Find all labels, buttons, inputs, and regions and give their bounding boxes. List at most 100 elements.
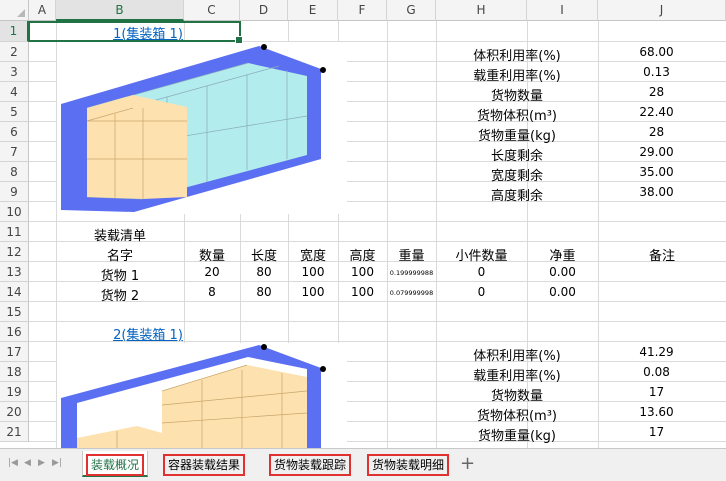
sheet-tab-cargo-details[interactable]: 货物装载明细 bbox=[362, 451, 454, 477]
container-1-picture[interactable] bbox=[57, 42, 347, 214]
column-header-i[interactable]: I bbox=[527, 0, 598, 21]
column-header-f[interactable]: F bbox=[338, 0, 387, 21]
row-header-9[interactable]: 9 bbox=[0, 182, 29, 202]
row-header-12[interactable]: 12 bbox=[0, 242, 29, 262]
column-header-c[interactable]: C bbox=[184, 0, 240, 21]
stat-value: 41.29 bbox=[639, 345, 674, 359]
row-header-7[interactable]: 7 bbox=[0, 142, 29, 162]
row-header-20[interactable]: 20 bbox=[0, 402, 29, 422]
sheet-tab-label: 货物装载跟踪 bbox=[268, 454, 351, 476]
column-header-d[interactable]: D bbox=[240, 0, 288, 21]
sheet-tab-loading-overview[interactable]: 装载概况 bbox=[82, 451, 148, 477]
last-sheet-icon[interactable]: ▶| bbox=[52, 458, 62, 468]
column-header-j[interactable]: J bbox=[598, 0, 726, 21]
stat-value: 38.00 bbox=[639, 185, 674, 199]
stat-label: 货物体积(m³) bbox=[476, 409, 558, 424]
column-header-e[interactable]: E bbox=[288, 0, 338, 21]
stat-label: 长度剩余 bbox=[490, 149, 543, 164]
stat-value: 17 bbox=[648, 385, 665, 399]
row-header-11[interactable]: 11 bbox=[0, 222, 29, 242]
stat-value: 35.00 bbox=[639, 165, 674, 179]
manifest-header: 宽度 bbox=[299, 249, 326, 264]
row-header-13[interactable]: 13 bbox=[0, 262, 29, 282]
manifest-header: 小件数量 bbox=[455, 249, 508, 264]
row-header-3[interactable]: 3 bbox=[0, 62, 29, 82]
manifest-cell: 0 bbox=[477, 285, 486, 299]
sheet-tab-label: 容器装载结果 bbox=[162, 454, 245, 476]
row-header-6[interactable]: 6 bbox=[0, 122, 29, 142]
manifest-cell: 0 bbox=[477, 265, 486, 279]
sheet-tab-cargo-tracking[interactable]: 货物装载跟踪 bbox=[260, 451, 360, 477]
manifest-cell: 100 bbox=[301, 285, 325, 299]
manifest-header: 高度 bbox=[349, 249, 376, 264]
manifest-title: 装载清单 bbox=[93, 229, 146, 244]
stat-value: 0.13 bbox=[643, 65, 670, 79]
sheet-tab-label: 装载概况 bbox=[85, 454, 144, 476]
container-2-diagram bbox=[61, 344, 326, 448]
row-header-21[interactable]: 21 bbox=[0, 422, 29, 442]
row-header-16[interactable]: 16 bbox=[0, 322, 29, 342]
container-1-link[interactable]: 1(集装箱 1) bbox=[56, 23, 240, 42]
stat-label: 货物重量(kg) bbox=[478, 129, 556, 144]
manifest-cell: 0.00 bbox=[549, 285, 576, 299]
stat-label: 载重利用率(%) bbox=[473, 69, 561, 84]
stat-label: 高度剩余 bbox=[490, 189, 543, 204]
manifest-cell: 货物 1 bbox=[100, 269, 140, 284]
container-2-link[interactable]: 2(集装箱 1) bbox=[56, 324, 240, 343]
manifest-cell: 0.00 bbox=[549, 265, 576, 279]
stat-label: 货物重量(kg) bbox=[478, 429, 556, 444]
column-header-a[interactable]: A bbox=[29, 0, 56, 21]
column-header-b[interactable]: B bbox=[56, 0, 184, 21]
manifest-header: 名字 bbox=[106, 249, 133, 264]
column-header-h[interactable]: H bbox=[436, 0, 527, 21]
stat-label: 宽度剩余 bbox=[490, 169, 543, 184]
stat-label: 体积利用率(%) bbox=[473, 349, 561, 364]
container-1-diagram bbox=[61, 44, 326, 212]
row-header-19[interactable]: 19 bbox=[0, 382, 29, 402]
row-header-8[interactable]: 8 bbox=[0, 162, 29, 182]
row-header-15[interactable]: 15 bbox=[0, 302, 29, 322]
stat-label: 体积利用率(%) bbox=[473, 49, 561, 64]
column-header-g[interactable]: G bbox=[387, 0, 436, 21]
manifest-header: 备注 bbox=[648, 249, 675, 264]
row-header-17[interactable]: 17 bbox=[0, 342, 29, 362]
manifest-header: 净重 bbox=[549, 249, 576, 264]
sheet-tab-container-results[interactable]: 容器装载结果 bbox=[152, 451, 256, 477]
row-header-4[interactable]: 4 bbox=[0, 82, 29, 102]
manifest-header: 数量 bbox=[198, 249, 225, 264]
stat-value: 28 bbox=[648, 125, 665, 139]
container-2-picture[interactable] bbox=[57, 343, 347, 448]
stat-label: 货物数量 bbox=[490, 89, 543, 104]
sheet-tab-bar: |◀ ◀ ▶ ▶| 装载概况 容器装载结果 货物装载跟踪 货物装载明细 + bbox=[0, 448, 726, 481]
row-header-14[interactable]: 14 bbox=[0, 282, 29, 302]
manifest-header: 重量 bbox=[398, 249, 425, 264]
manifest-cell: 8 bbox=[208, 285, 216, 299]
row-header-18[interactable]: 18 bbox=[0, 362, 29, 382]
stat-value: 13.60 bbox=[639, 405, 674, 419]
manifest-header: 长度 bbox=[250, 249, 277, 264]
stat-value: 0.08 bbox=[643, 365, 670, 379]
sheet-tab-label: 货物装载明细 bbox=[366, 454, 449, 476]
first-sheet-icon[interactable]: |◀ bbox=[8, 458, 18, 468]
stat-label: 载重利用率(%) bbox=[473, 369, 561, 384]
row-header-1[interactable]: 1 bbox=[0, 21, 29, 42]
manifest-cell: 20 bbox=[204, 265, 220, 279]
manifest-cell: 80 bbox=[256, 285, 272, 299]
row-header-10[interactable]: 10 bbox=[0, 202, 29, 222]
manifest-cell: 0.199999988 bbox=[389, 269, 434, 277]
add-sheet-button[interactable]: + bbox=[460, 453, 475, 474]
row-header-5[interactable]: 5 bbox=[0, 102, 29, 122]
select-all-corner[interactable] bbox=[0, 0, 29, 21]
stat-label: 货物数量 bbox=[490, 389, 543, 404]
manifest-cell: 80 bbox=[256, 265, 272, 279]
next-sheet-icon[interactable]: ▶ bbox=[38, 458, 45, 468]
stat-label: 货物体积(m³) bbox=[476, 109, 558, 124]
manifest-cell: 100 bbox=[351, 285, 374, 299]
manifest-cell: 100 bbox=[351, 265, 374, 279]
manifest-cell: 货物 2 bbox=[100, 289, 140, 304]
stat-value: 17 bbox=[648, 425, 665, 439]
manifest-cell: 100 bbox=[301, 265, 325, 279]
row-header-2[interactable]: 2 bbox=[0, 42, 29, 62]
manifest-cell: 0.079999998 bbox=[389, 289, 434, 297]
prev-sheet-icon[interactable]: ◀ bbox=[24, 458, 31, 468]
